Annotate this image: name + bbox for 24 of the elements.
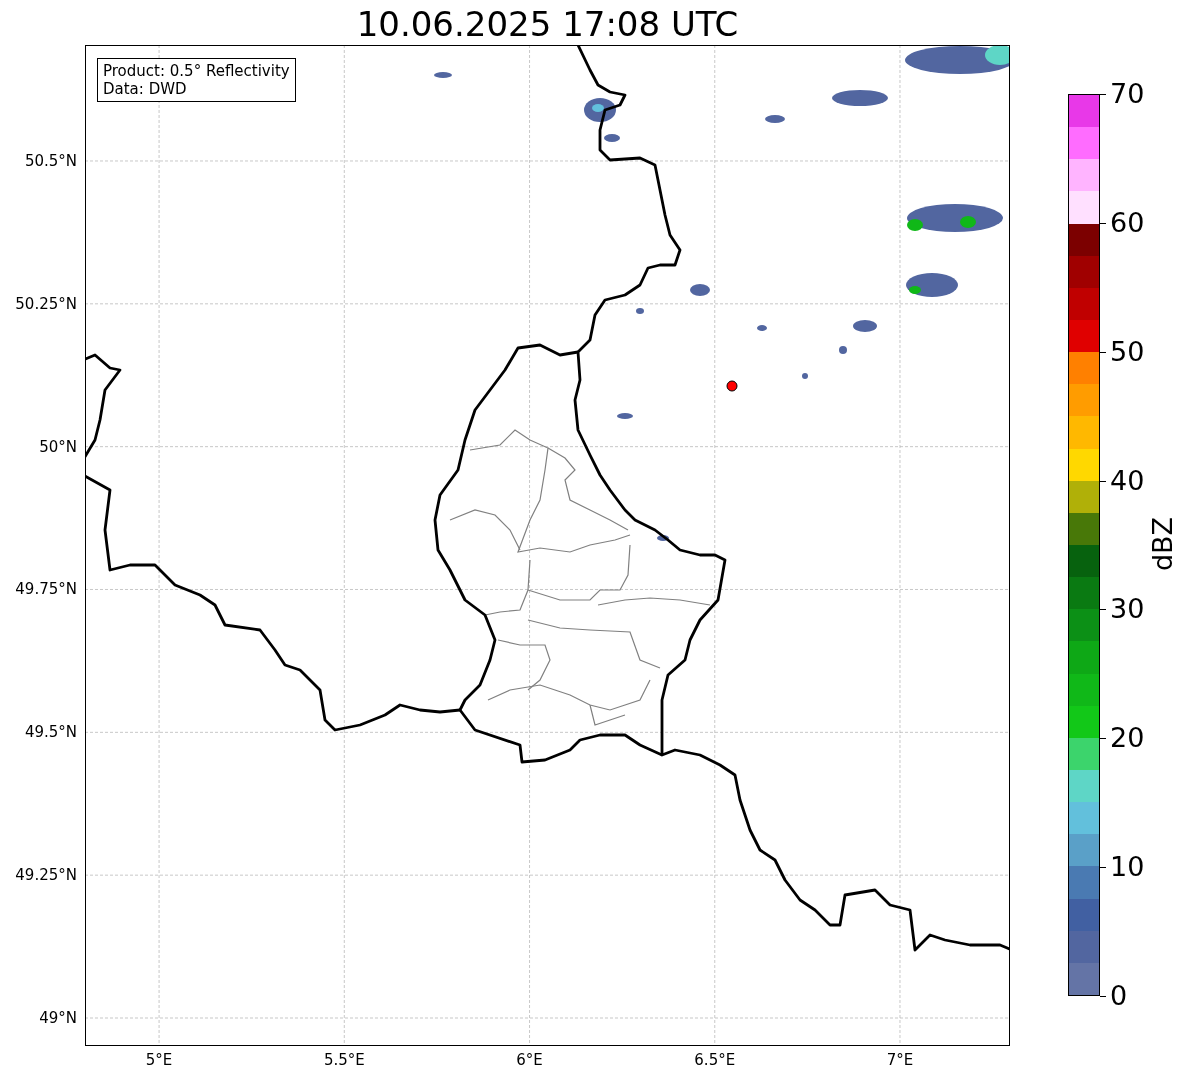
latitude-label: 49.5°N bbox=[24, 723, 77, 742]
latitude-label: 50.5°N bbox=[24, 151, 77, 170]
color-bar-label: 30 bbox=[1110, 594, 1145, 625]
color-bar-label: 20 bbox=[1110, 723, 1145, 754]
color-bar-label: 60 bbox=[1110, 207, 1145, 238]
longitude-label: 5.5°E bbox=[323, 1051, 365, 1069]
longitude-label: 5°E bbox=[145, 1051, 173, 1069]
color-bar-label: 50 bbox=[1110, 336, 1145, 367]
color-bar-label: 10 bbox=[1110, 852, 1145, 883]
latitude-label: 49°N bbox=[39, 1009, 77, 1027]
latitude-label: 49.75°N bbox=[15, 580, 77, 599]
longitude-label: 6.5°E bbox=[694, 1051, 736, 1069]
longitude-label: 7°E bbox=[886, 1051, 914, 1069]
latitude-label: 50.25°N bbox=[15, 294, 77, 313]
color-bar-label: 70 bbox=[1110, 79, 1145, 109]
longitude-label: 6°E bbox=[516, 1051, 543, 1069]
color-bar-label: 0 bbox=[1110, 981, 1128, 1011]
legend-text: Data: DWD bbox=[103, 80, 188, 98]
unit-label: dBZ bbox=[1146, 516, 1178, 572]
latitude-label: 49.25°N bbox=[15, 866, 77, 885]
legend-text: Product: 0.5° Reflectivity bbox=[103, 62, 290, 80]
color-bar-label: 40 bbox=[1110, 465, 1145, 496]
chart-title: 10.06.2025 17:08 UTC bbox=[355, 2, 740, 45]
latitude-label: 50°N bbox=[39, 437, 77, 456]
